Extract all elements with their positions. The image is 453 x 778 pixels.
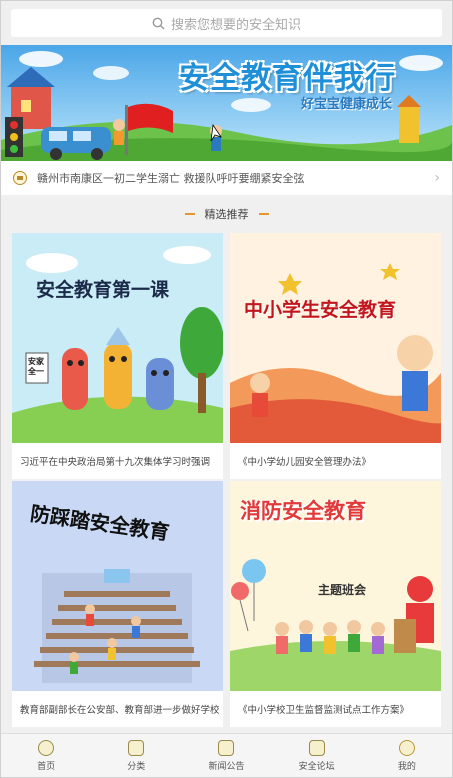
thumbnail-title: 中小学生安全教育 <box>244 299 397 321</box>
search-placeholder: 搜索您想要的安全知识 <box>170 17 301 33</box>
tab-home[interactable]: 首页 <box>11 739 81 772</box>
article-caption: 《中小学幼儿园安全管理办法》 <box>238 457 372 468</box>
notice-bar[interactable]: 赣州市南康区一初二学生溺亡 救援队呼吁要绷紧安全弦 › <box>1 161 452 195</box>
thumbnail-title: 消防安全教育 <box>240 499 366 523</box>
thumbnail-subtitle: 主题班会 <box>318 583 367 597</box>
article-card[interactable]: 中小学生安全教育 《中小学幼儿园安全管理办法》 <box>230 233 441 479</box>
section-dash-left <box>184 213 195 215</box>
article-caption: 教育部副部长在公安部、教育部进一步做好学校 <box>20 705 220 716</box>
search-input[interactable]: 搜索您想要的安全知识 <box>11 9 442 37</box>
tab-label: 新闻公告 <box>208 761 245 772</box>
article-thumbnail: 消防安全教育 主题班会 <box>230 481 441 691</box>
section-header: 精选推荐 <box>1 197 452 231</box>
search-icon <box>152 17 165 29</box>
home-icon <box>38 739 55 756</box>
article-caption: 《中小学校卫生监督监测试点工作方案》 <box>238 705 410 716</box>
thumbnail-title: 安全教育第一课 <box>36 279 170 301</box>
tab-news[interactable]: 新闻公告 <box>191 739 261 772</box>
tab-forum[interactable]: 安全论坛 <box>282 739 352 772</box>
notice-icon <box>13 171 27 185</box>
banner-subtitle: 好宝宝健康成长 <box>301 97 393 112</box>
article-caption: 习近平在中央政治局第十九次集体学习时强调 <box>20 457 211 468</box>
notice-text: 赣州市南康区一初二学生溺亡 救援队呼吁要绷紧安全弦 <box>37 172 305 185</box>
article-thumbnail: 防踩踏安全教育 <box>12 481 223 691</box>
section-dash-right <box>258 213 269 215</box>
article-card[interactable]: 安全教育第一课 安家全一 习近平在中央政治局第十九次集体学习时强调 <box>12 233 223 479</box>
forum-icon <box>308 739 325 756</box>
tab-profile[interactable]: 我的 <box>372 739 442 772</box>
chevron-right-icon: › <box>434 170 440 186</box>
article-thumbnail: 安全教育第一课 安家全一 <box>12 233 223 443</box>
bottom-tab-bar: 首页 分类 新闻公告 安全论坛 我的 <box>1 733 452 777</box>
tab-label: 安全论坛 <box>298 761 335 772</box>
news-icon <box>218 739 235 756</box>
banner-carousel[interactable]: 安全教育伴我行 好宝宝健康成长 <box>1 45 452 161</box>
thumbnail-sign-text: 安家全一 <box>28 357 44 376</box>
banner-title: 安全教育伴我行 <box>179 61 396 96</box>
category-icon <box>128 739 145 756</box>
article-card[interactable]: 防踩踏安全教育 教育部副部长在公安部、教育部进一步做好学校 <box>12 481 223 727</box>
tab-label: 我的 <box>397 761 416 772</box>
section-title: 精选推荐 <box>204 208 249 221</box>
search-bar: 搜索您想要的安全知识 <box>1 1 452 45</box>
tab-category[interactable]: 分类 <box>101 739 171 772</box>
article-thumbnail: 中小学生安全教育 <box>230 233 441 443</box>
tab-label: 首页 <box>37 761 56 772</box>
tab-label: 分类 <box>127 761 146 772</box>
profile-icon <box>398 739 415 756</box>
article-card[interactable]: 消防安全教育 主题班会 《中小学校卫生监督监测试点工作方案》 <box>230 481 441 727</box>
